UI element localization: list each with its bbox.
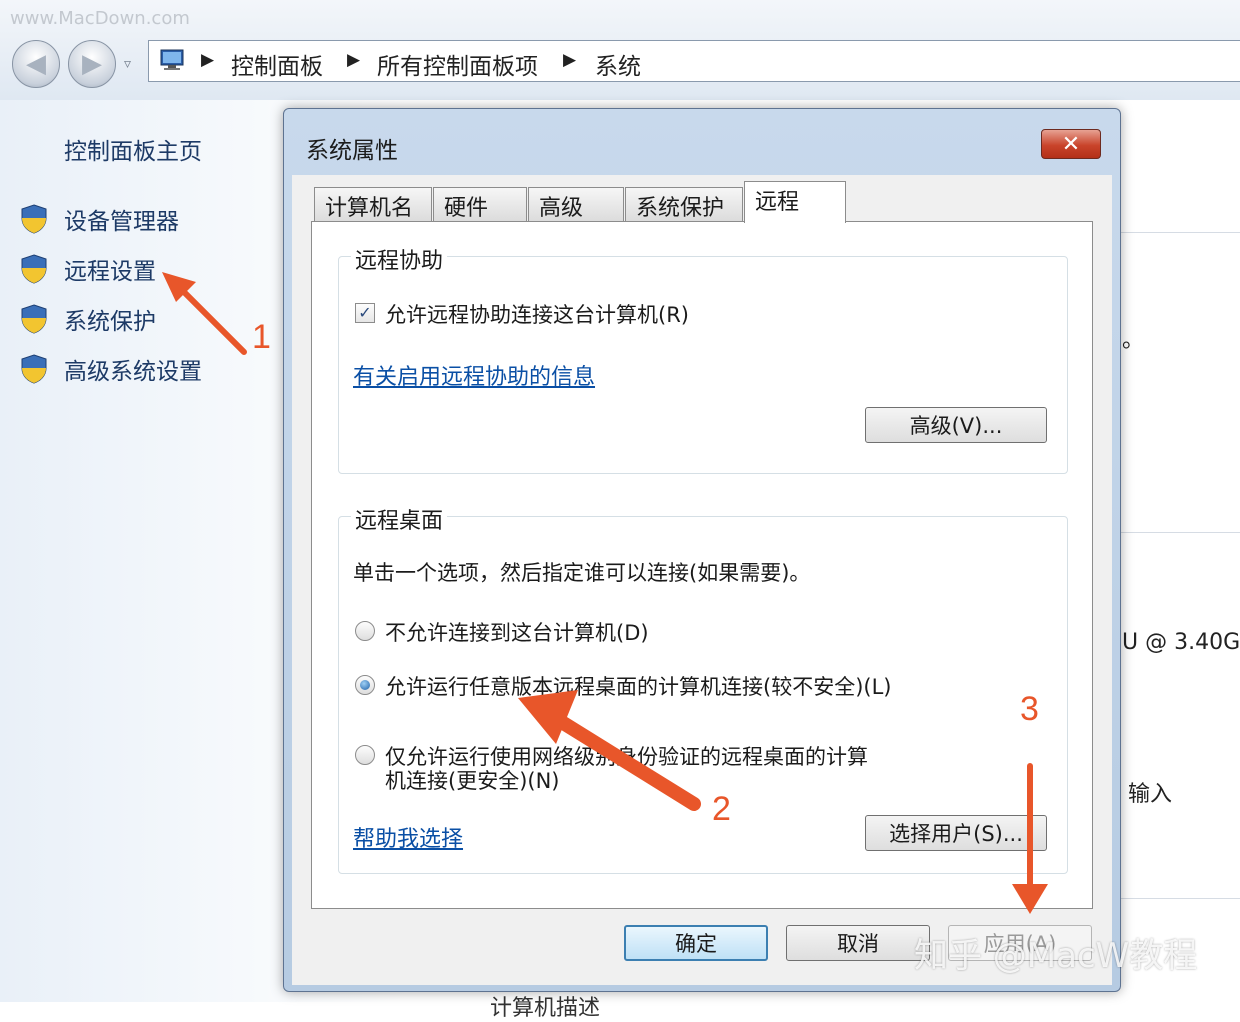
radio-allow-nla-only-label-line2: 机连接(更安全)(N)	[385, 769, 560, 793]
background-text-dot: 。	[1122, 328, 1145, 353]
computer-description-label: 计算机描述	[490, 996, 601, 1021]
breadcrumb-separator-icon: ▶	[347, 50, 361, 70]
shield-icon	[21, 304, 47, 334]
select-users-button[interactable]: 选择用户(S)...	[865, 815, 1047, 851]
divider	[1120, 532, 1240, 533]
divider	[1120, 232, 1240, 233]
pen-input-text: 输入	[1128, 782, 1173, 807]
remote-desktop-instruction: 单击一个选项，然后指定谁可以连接(如果需要)。	[353, 561, 811, 585]
tab-remote[interactable]: 远程	[744, 181, 846, 223]
remote-assistance-group: 远程协助 ✓ 允许远程协助连接这台计算机(R) 有关启用远程协助的信息 高级(V…	[338, 243, 1068, 474]
back-arrow-icon: ◀	[26, 49, 46, 79]
processor-text: U @ 3.40G	[1122, 630, 1240, 655]
allow-remote-assistance-label: 允许远程协助连接这台计算机(R)	[385, 303, 689, 327]
control-panel-home-link[interactable]: 控制面板主页	[64, 132, 202, 166]
watermark-top: www.MacDown.com	[10, 8, 190, 29]
shield-icon	[21, 204, 47, 234]
radio-allow-nla-only[interactable]	[355, 745, 375, 765]
sidebar-item-system-protection[interactable]: 系统保护	[20, 302, 156, 336]
back-button[interactable]: ◀	[12, 40, 60, 88]
system-properties-dialog: 系统属性 ✕ 计算机名 硬件 高级 系统保护 远程 远程协助 ✓ 允许远程协助连…	[283, 108, 1121, 992]
dialog-body: 计算机名 硬件 高级 系统保护 远程 远程协助 ✓ 允许远程协助连接这台计算机(…	[292, 175, 1112, 985]
advanced-button[interactable]: 高级(V)...	[865, 407, 1047, 443]
breadcrumb-system[interactable]: 系统	[595, 47, 641, 81]
sidebar-item-label: 远程设置	[64, 259, 156, 285]
help-me-choose-link[interactable]: 帮助我选择	[353, 821, 463, 853]
group-title: 远程桌面	[351, 503, 448, 535]
address-bar[interactable]: ▶ 控制面板 ▶ 所有控制面板项 ▶ 系统	[148, 40, 1240, 82]
divider	[1120, 898, 1240, 899]
tab-advanced[interactable]: 高级	[528, 187, 624, 221]
history-dropdown-icon[interactable]: ▿	[124, 56, 131, 72]
allow-remote-assistance-checkbox[interactable]: ✓	[355, 303, 375, 323]
radio-dont-allow[interactable]	[355, 621, 375, 641]
close-icon: ✕	[1061, 131, 1081, 157]
sidebar-item-advanced-system-settings[interactable]: 高级系统设置	[20, 352, 202, 386]
breadcrumb-separator-icon: ▶	[563, 50, 577, 70]
checkmark-icon: ✓	[358, 303, 372, 322]
radio-allow-any-version[interactable]	[355, 675, 375, 695]
explorer-toolbar: www.MacDown.com ◀ ▶ ▿ ▶ 控制面板 ▶ 所有控制面板项 ▶…	[0, 0, 1240, 100]
system-info-background: 。 U @ 3.40G 输入	[1120, 100, 1240, 1002]
radio-dont-allow-label: 不允许连接到这台计算机(D)	[385, 621, 649, 645]
shield-icon	[21, 354, 47, 384]
remote-desktop-group: 远程桌面 单击一个选项，然后指定谁可以连接(如果需要)。 不允许连接到这台计算机…	[338, 503, 1068, 874]
radio-selected-dot	[360, 680, 370, 690]
remote-assistance-info-link[interactable]: 有关启用远程协助的信息	[353, 359, 595, 391]
dialog-title: 系统属性	[306, 138, 398, 164]
computer-icon	[160, 49, 184, 70]
sidebar-item-label: 高级系统设置	[64, 359, 202, 385]
close-button[interactable]: ✕	[1041, 129, 1101, 159]
breadcrumb-all-items[interactable]: 所有控制面板项	[377, 47, 538, 81]
tab-hardware[interactable]: 硬件	[433, 187, 527, 221]
sidebar-item-label: 设备管理器	[64, 209, 179, 235]
annotation-number-1: 1	[252, 318, 271, 356]
tab-computer-name[interactable]: 计算机名	[314, 187, 432, 221]
ok-button[interactable]: 确定	[624, 925, 768, 961]
forward-button[interactable]: ▶	[68, 40, 116, 88]
sidebar-item-remote-settings[interactable]: 远程设置	[20, 252, 156, 286]
tab-system-protection[interactable]: 系统保护	[625, 187, 743, 221]
forward-arrow-icon: ▶	[82, 49, 102, 79]
breadcrumb-control-panel[interactable]: 控制面板	[231, 47, 323, 81]
zhihu-watermark: 知乎 @MacW教程	[914, 936, 1198, 976]
radio-allow-any-version-label: 允许运行任意版本远程桌面的计算机连接(较不安全)(L)	[385, 675, 892, 699]
breadcrumb-separator-icon: ▶	[201, 50, 215, 70]
annotation-number-2: 2	[712, 790, 731, 828]
shield-icon	[21, 254, 47, 284]
annotation-number-3: 3	[1020, 690, 1039, 728]
cancel-button[interactable]: 取消	[786, 925, 930, 961]
sidebar-item-device-manager[interactable]: 设备管理器	[20, 202, 179, 236]
group-title: 远程协助	[351, 243, 448, 275]
remote-tab-panel: 远程协助 ✓ 允许远程协助连接这台计算机(R) 有关启用远程协助的信息 高级(V…	[311, 221, 1093, 909]
sidebar-item-label: 系统保护	[64, 309, 156, 335]
